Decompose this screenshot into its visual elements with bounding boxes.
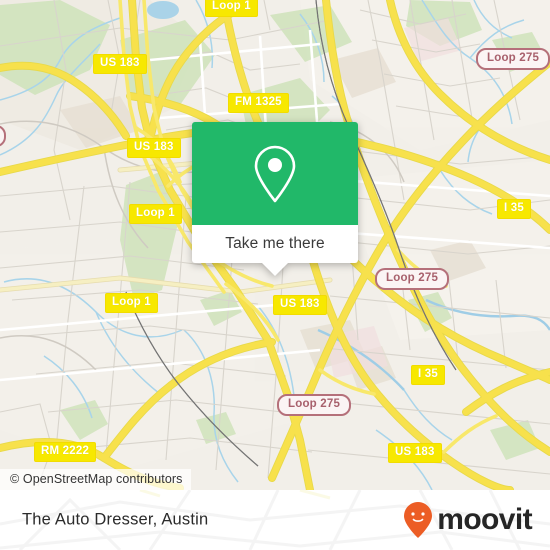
road-label-i-35-right: I 35 (497, 199, 531, 219)
take-me-there-label: Take me there (225, 235, 325, 252)
road-label-us-183-upper: US 183 (93, 54, 147, 74)
road-label-us-183-bottom: US 183 (388, 443, 442, 463)
popup-pointer-tail (262, 263, 288, 276)
footer-bar: The Auto Dresser, Austin moovit (0, 490, 550, 550)
take-me-there-button[interactable]: Take me there (192, 225, 358, 263)
road-label-loop-275-bottom: Loop 275 (277, 394, 352, 416)
road-label-loop-1-top: Loop 1 (205, 0, 258, 17)
place-title: The Auto Dresser, Austin (22, 510, 209, 529)
map-pin-icon (254, 145, 296, 202)
road-label-i-35-lower: I 35 (411, 365, 445, 385)
osm-attribution[interactable]: © OpenStreetMap contributors (0, 469, 191, 490)
road-label-loop-275-mid: Loop 275 (375, 268, 450, 290)
road-label-fm-1325: FM 1325 (228, 93, 289, 113)
moovit-logo[interactable]: moovit (403, 501, 533, 539)
popup-header (192, 122, 358, 225)
road-label-loop-1-lower: Loop 1 (105, 293, 158, 313)
location-popup-card[interactable]: Take me there (192, 122, 358, 276)
road-label-us-183-center: US 183 (273, 295, 327, 315)
map-screenshot: .wtr { stroke:#a8d4ea; fill:none; stroke… (0, 0, 550, 550)
road-label-us-183-mid: US 183 (127, 138, 181, 158)
road-label-rm-2222: RM 2222 (34, 442, 97, 462)
road-label-loop-1-left: Loop 1 (129, 204, 182, 224)
moovit-wordmark: moovit (437, 503, 532, 536)
map-viewport[interactable]: .wtr { stroke:#a8d4ea; fill:none; stroke… (0, 0, 550, 490)
moovit-smiling-pin-icon (404, 502, 433, 538)
road-label-loop-275-topright: Loop 275 (476, 48, 550, 70)
